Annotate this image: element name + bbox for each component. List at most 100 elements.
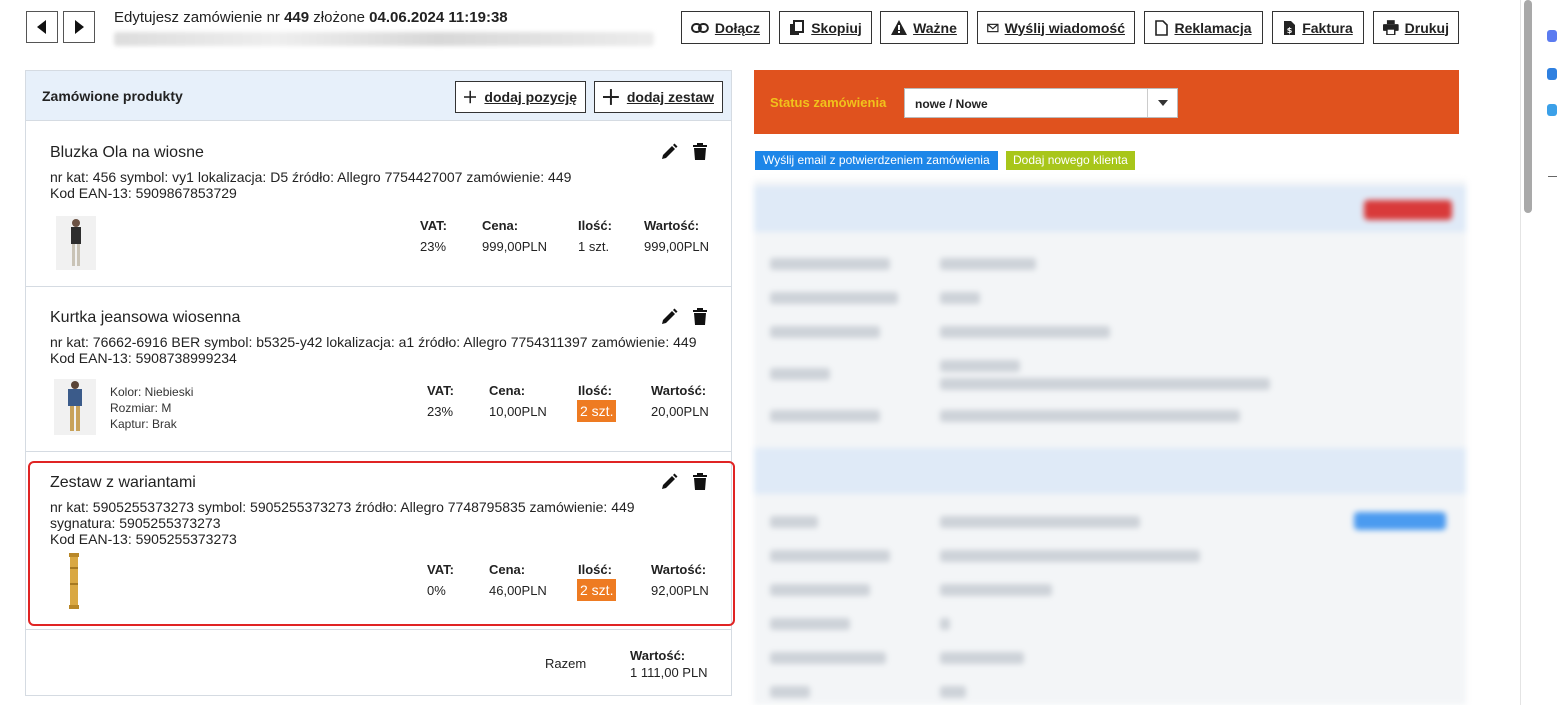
qty-header: Ilość: — [578, 218, 612, 233]
selected-item-highlight — [28, 461, 735, 626]
product-meta-line: nr kat: 76662-6916 BER symbol: b5325-y42… — [50, 334, 697, 350]
status-select[interactable]: nowe / Nowe — [904, 88, 1178, 118]
blurred-row — [940, 618, 950, 630]
vat-value: 23% — [427, 404, 454, 419]
chevron-down-icon — [1147, 89, 1177, 117]
send-confirmation-email-button[interactable]: Wyślij email z potwierdzeniem zamówienia — [755, 151, 998, 170]
side-divider — [1548, 176, 1557, 177]
blurred-row — [770, 410, 880, 422]
scrollbar-thumb[interactable] — [1524, 0, 1532, 213]
blurred-subtitle — [114, 32, 654, 46]
title-prefix: Edytujesz zamówienie nr — [114, 9, 280, 26]
print-button[interactable]: Drukuj — [1373, 11, 1459, 44]
product-name: Kurtka jeansowa wiosenna — [50, 309, 241, 326]
copy-label: Skopiuj — [811, 19, 862, 36]
blurred-row — [940, 584, 1052, 596]
envelope-icon — [987, 23, 999, 32]
panel-title: Zamówione produkty — [42, 88, 183, 104]
plus-icon — [464, 90, 477, 104]
complaint-label: Reklamacja — [1174, 19, 1252, 36]
blurred-row — [940, 258, 1036, 270]
extension-icon[interactable] — [1547, 104, 1557, 116]
important-label: Ważne — [913, 19, 957, 36]
copy-button[interactable]: Skopiuj — [779, 11, 872, 44]
invoice-label: Faktura — [1302, 19, 1353, 36]
attach-label: Dołącz — [714, 19, 760, 36]
status-value: nowe / Nowe — [915, 97, 988, 111]
blurred-blue-button — [1354, 512, 1446, 530]
edit-icon[interactable] — [660, 143, 678, 161]
send-message-button[interactable]: Wyślij wiadomość — [977, 11, 1135, 44]
attribute-color: Kolor: Niebieski — [110, 385, 194, 399]
qty-value: 1 szt. — [578, 239, 610, 254]
document-icon — [1155, 19, 1169, 36]
add-item-label: dodaj pozycję — [484, 89, 577, 105]
product-attributes: Kolor: Niebieski Rozmiar: M Kaptur: Brak — [110, 384, 193, 432]
panel-header: Zamówione produkty dodaj pozycję dodaj z… — [26, 71, 731, 121]
print-label: Drukuj — [1404, 19, 1449, 36]
arrow-left-icon — [37, 20, 46, 34]
blurred-row — [940, 326, 1110, 338]
blurred-red-button — [1364, 200, 1452, 220]
blurred-row — [940, 652, 1024, 664]
product-meta-line: nr kat: 456 symbol: vy1 lokalizacja: D5 … — [50, 169, 572, 185]
product-item: Kurtka jeansowa wiosenna nr kat: 76662-6… — [26, 287, 731, 452]
blurred-row — [770, 550, 890, 562]
blurred-row — [940, 378, 1270, 390]
blurred-customer-details — [754, 180, 1466, 705]
product-item: Bluzka Ola na wiosne nr kat: 456 symbol:… — [26, 122, 731, 287]
trash-icon[interactable] — [691, 143, 709, 161]
blurred-row — [940, 550, 1200, 562]
product-ean: Kod EAN-13: 5908738999234 — [50, 350, 237, 366]
add-item-button[interactable]: dodaj pozycję — [455, 81, 586, 113]
total-label: Razem — [545, 656, 587, 671]
important-button[interactable]: Ważne — [880, 11, 968, 44]
trash-icon[interactable] — [691, 308, 709, 326]
blurred-row — [770, 368, 830, 380]
page-title: Edytujesz zamówienie nr 449 złożone 04.0… — [114, 9, 508, 26]
attribute-size: Rozmiar: M — [110, 401, 172, 415]
order-date: 04.06.2024 11:19:38 — [369, 9, 508, 26]
blurred-section-header — [754, 186, 1466, 232]
price-value: 999,00PLN — [482, 239, 548, 254]
invoice-button[interactable]: $ Faktura — [1272, 11, 1364, 44]
attach-button[interactable]: Dołącz — [681, 11, 770, 44]
total-header: Wartość: — [630, 648, 686, 663]
vat-header: VAT: — [427, 383, 454, 398]
previous-order-button[interactable] — [26, 11, 58, 43]
status-label: Status zamówienia — [770, 95, 887, 110]
extension-icon[interactable] — [1547, 68, 1557, 80]
dollar-glyph: $ — [1287, 26, 1293, 35]
plus-icon — [603, 89, 619, 105]
total-value: 999,00PLN — [644, 239, 710, 254]
product-thumbnail[interactable] — [56, 216, 96, 270]
title-mid: złożone — [313, 9, 365, 26]
add-set-button[interactable]: dodaj zestaw — [594, 81, 723, 113]
qty-badge: 2 szt. — [577, 400, 617, 422]
warning-icon — [891, 20, 908, 35]
product-name: Bluzka Ola na wiosne — [50, 144, 204, 161]
blurred-row — [770, 292, 898, 304]
next-order-button[interactable] — [63, 11, 95, 43]
price-header: Cena: — [482, 218, 519, 233]
add-new-client-button[interactable]: Dodaj nowego klienta — [1006, 151, 1135, 170]
value-header: Wartość: — [644, 218, 700, 233]
arrow-right-icon — [75, 20, 84, 34]
edit-icon[interactable] — [660, 308, 678, 326]
vat-value: 23% — [420, 239, 447, 254]
blurred-section-header — [754, 448, 1466, 494]
complaint-button[interactable]: Reklamacja — [1144, 11, 1263, 44]
blurred-row — [940, 410, 1240, 422]
blurred-row — [770, 516, 818, 528]
vat-header: VAT: — [420, 218, 447, 233]
invoice-icon: $ — [1284, 20, 1296, 35]
product-ean: Kod EAN-13: 5909867853729 — [50, 185, 237, 201]
product-thumbnail[interactable] — [54, 379, 96, 435]
order-status-bar: Status zamówienia nowe / Nowe — [754, 70, 1459, 134]
link-icon — [691, 22, 709, 33]
price-header: Cena: — [489, 383, 526, 398]
extension-icon[interactable] — [1547, 30, 1557, 42]
blurred-row — [940, 360, 1020, 372]
blurred-row — [770, 652, 886, 664]
blurred-row — [940, 292, 980, 304]
